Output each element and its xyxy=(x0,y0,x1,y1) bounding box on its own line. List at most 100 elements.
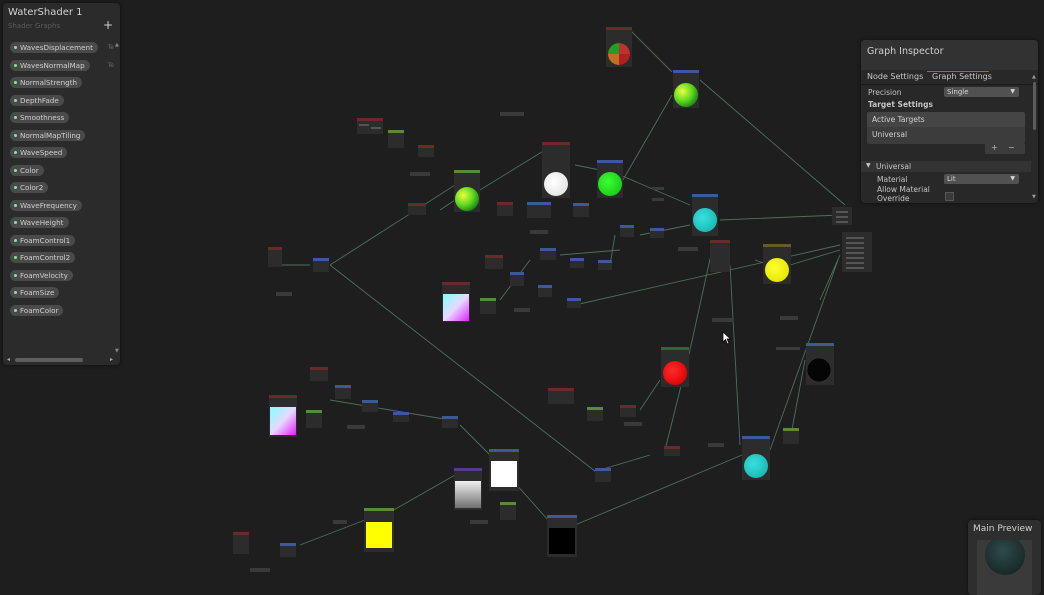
blackboard-property[interactable]: NormalMapTiling xyxy=(10,129,116,141)
property-label: WaveHeight xyxy=(20,218,64,227)
scroll-down-icon[interactable]: ▼ xyxy=(115,348,119,354)
property-label: DepthFade xyxy=(20,95,59,105)
small-nodes[interactable] xyxy=(233,112,800,572)
blackboard-property[interactable]: FoamVelocity xyxy=(10,269,116,281)
scroll-left-icon[interactable]: ◂ xyxy=(7,356,10,363)
exposed-dot-icon xyxy=(14,256,17,259)
exposed-dot-icon xyxy=(14,116,17,119)
precision-dropdown[interactable]: Single ▼ xyxy=(944,87,1019,97)
blackboard-property[interactable]: Smoothness xyxy=(10,112,116,123)
exposed-dot-icon xyxy=(14,46,17,49)
node-small xyxy=(712,318,734,322)
node-gradient-square-1 xyxy=(442,282,470,322)
node-small xyxy=(624,422,642,426)
property-pill[interactable]: FoamControl2 xyxy=(10,252,76,263)
property-pill[interactable]: FoamColor xyxy=(10,304,64,316)
property-pill[interactable]: WaveSpeed xyxy=(10,147,68,158)
blackboard-property[interactable]: DepthFade xyxy=(10,94,116,106)
blackboard-property[interactable]: NormalStrength xyxy=(10,77,116,88)
property-label: FoamSize xyxy=(20,288,55,297)
node-small xyxy=(530,230,548,234)
property-pill[interactable]: Color2 xyxy=(10,182,49,193)
property-pill[interactable]: Smoothness xyxy=(10,112,70,123)
property-pill[interactable]: FoamControl1 xyxy=(10,234,76,246)
node-white-square xyxy=(489,449,519,491)
universal-foldout[interactable]: ▼ Universal xyxy=(861,161,1031,172)
node-small xyxy=(708,443,724,447)
property-pill[interactable]: WaveFrequency xyxy=(10,199,82,211)
node-green-sphere xyxy=(597,160,623,198)
blackboard-property[interactable]: FoamControl2 xyxy=(10,252,116,263)
exposed-dot-icon xyxy=(14,63,17,67)
inspector-header[interactable]: Graph Inspector xyxy=(861,40,1038,70)
preview-sphere xyxy=(985,540,1025,575)
property-pill[interactable]: WavesDisplacement xyxy=(10,42,98,53)
node-small xyxy=(497,202,513,216)
blackboard-horizontal-scrollbar[interactable]: ◂ ▸ xyxy=(7,356,113,363)
node-small xyxy=(652,198,664,201)
graph-title: WaterShader 1 xyxy=(8,7,83,18)
property-pill[interactable]: NormalMapTiling xyxy=(10,129,86,141)
blackboard-property[interactable]: WavesDisplacement Te xyxy=(10,42,116,53)
exposed-dot-icon xyxy=(14,238,17,242)
master-stack-node[interactable] xyxy=(832,207,872,272)
blackboard-property[interactable]: WaveFrequency xyxy=(10,199,116,211)
scrollbar-thumb[interactable] xyxy=(1033,82,1036,130)
blackboard-property[interactable]: FoamSize xyxy=(10,287,116,298)
property-pill[interactable]: FoamVelocity xyxy=(10,269,73,281)
node-small xyxy=(783,428,799,444)
property-pill[interactable]: Color xyxy=(10,164,44,176)
node-small xyxy=(408,203,426,215)
material-dropdown[interactable]: Lit ▼ xyxy=(944,174,1019,184)
remove-target-button[interactable]: − xyxy=(1008,143,1015,152)
inspector-scrollbar[interactable]: ▲ ▼ xyxy=(1032,74,1037,200)
scroll-down-icon[interactable]: ▼ xyxy=(1032,194,1036,200)
property-label: Color2 xyxy=(20,183,44,192)
scrollbar-thumb[interactable] xyxy=(15,358,83,362)
node-gradient-square-2 xyxy=(269,395,297,437)
blackboard-property[interactable]: FoamColor xyxy=(10,304,116,316)
node-small xyxy=(470,520,488,524)
property-pill[interactable]: WavesNormalMap xyxy=(10,59,90,71)
property-label: FoamVelocity xyxy=(20,270,68,280)
target-list-buttons: + − xyxy=(985,143,1025,154)
blackboard-property[interactable]: WaveHeight xyxy=(10,217,116,228)
node-green-yellow-sphere-top xyxy=(673,70,699,108)
tab-node-settings[interactable]: Node Settings xyxy=(867,72,923,81)
blackboard-property[interactable]: FoamControl1 xyxy=(10,234,116,246)
divider xyxy=(861,84,1038,85)
main-preview-header[interactable]: Main Preview xyxy=(968,520,1041,540)
property-label: NormalMapTiling xyxy=(20,130,81,140)
add-target-button[interactable]: + xyxy=(991,143,998,152)
blackboard-property[interactable]: Color xyxy=(10,164,116,176)
scroll-up-icon[interactable]: ▲ xyxy=(115,42,119,48)
node-small xyxy=(280,543,296,557)
blackboard-property[interactable]: WaveSpeed xyxy=(10,147,116,158)
target-item-universal[interactable]: Universal xyxy=(867,127,1025,142)
tab-graph-settings[interactable]: Graph Settings xyxy=(929,72,995,81)
property-pill[interactable]: DepthFade xyxy=(10,94,64,106)
node-small xyxy=(573,203,589,217)
blackboard-property[interactable]: Color2 xyxy=(10,182,116,193)
blackboard-panel: WaterShader 1 Shader Graphs + WavesDispl… xyxy=(3,3,120,365)
active-targets-list: Active Targets Universal xyxy=(867,112,1025,144)
blackboard-property[interactable]: WavesNormalMap Te xyxy=(10,59,116,71)
node-yellow-sphere xyxy=(763,244,791,284)
scroll-up-icon[interactable]: ▲ xyxy=(1032,74,1036,80)
property-pill[interactable]: WaveHeight xyxy=(10,217,69,228)
scroll-right-icon[interactable]: ▸ xyxy=(110,356,113,363)
property-label: Color xyxy=(20,165,39,175)
node-red-sphere xyxy=(661,347,689,387)
precision-label: Precision xyxy=(868,88,902,97)
foldout-arrow-icon: ▼ xyxy=(866,162,871,169)
property-pill[interactable]: FoamSize xyxy=(10,287,60,298)
chevron-down-icon: ▼ xyxy=(1010,88,1015,95)
property-pill[interactable]: NormalStrength xyxy=(10,77,83,88)
node-small xyxy=(527,202,551,218)
blackboard-vertical-scrollbar[interactable]: ▲ ▼ xyxy=(115,42,119,354)
node-black-sphere xyxy=(806,343,834,385)
node-black-square xyxy=(547,515,577,557)
allow-material-override-checkbox[interactable] xyxy=(945,192,954,201)
preview-viewport[interactable] xyxy=(977,540,1032,595)
add-property-button[interactable]: + xyxy=(103,18,113,32)
